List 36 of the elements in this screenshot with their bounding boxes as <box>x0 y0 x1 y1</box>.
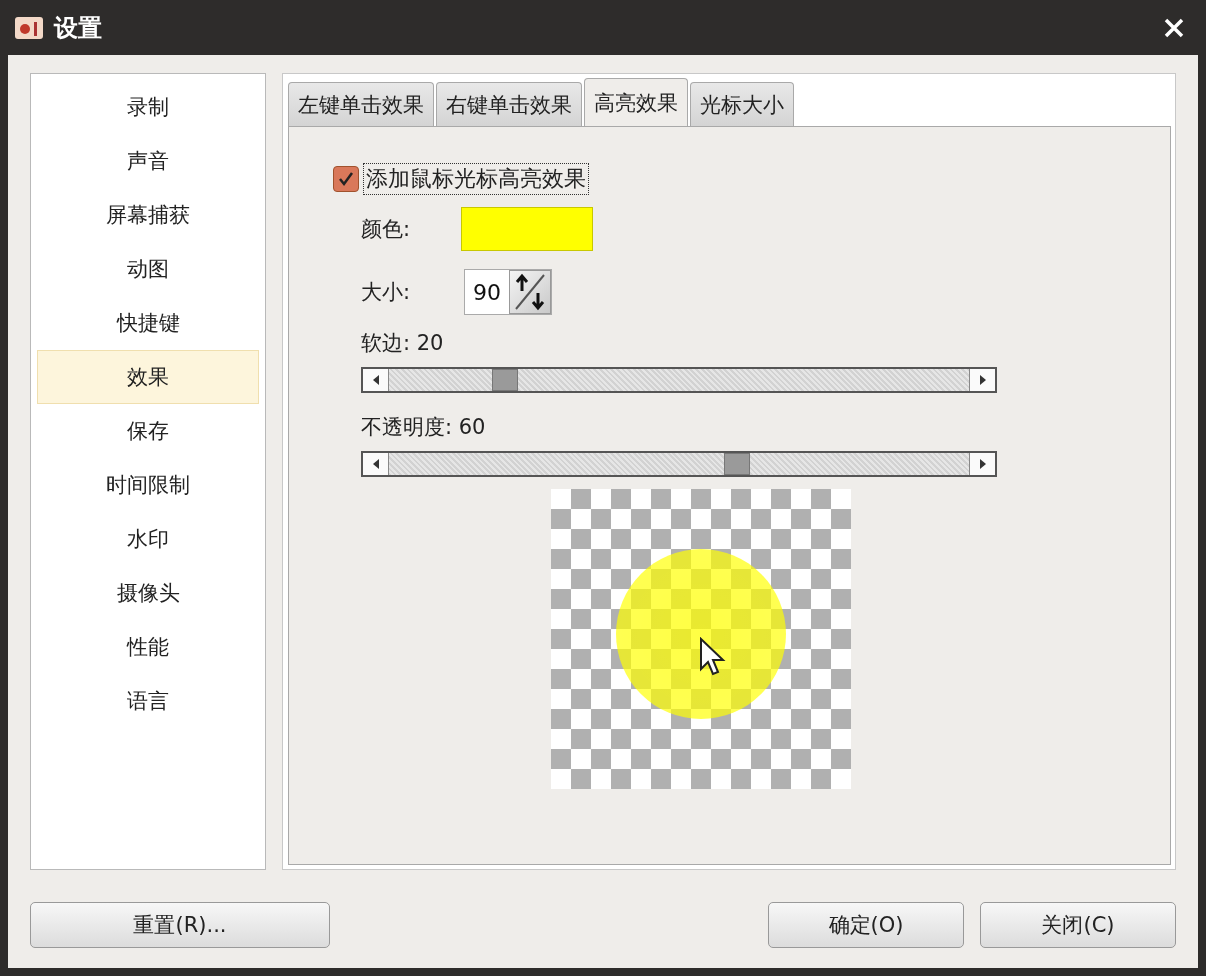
close-button[interactable]: 关闭(C) <box>980 902 1176 948</box>
check-icon <box>338 171 354 187</box>
tab[interactable]: 右键单击效果 <box>436 82 582 126</box>
slider-label: 不透明度: 60 <box>360 415 486 439</box>
checkbox-label[interactable]: 添加鼠标光标高亮效果 <box>363 163 589 195</box>
slider-thumb[interactable] <box>492 369 518 391</box>
sidebar-item[interactable]: 摄像头 <box>37 566 259 620</box>
sidebar-item[interactable]: 时间限制 <box>37 458 259 512</box>
sidebar-item[interactable]: 保存 <box>37 404 259 458</box>
app-icon <box>14 14 44 41</box>
size-spinbox[interactable]: 90 <box>464 269 553 315</box>
ok-button[interactable]: 确定(O) <box>768 902 964 948</box>
sidebar-item[interactable]: 效果 <box>37 350 259 404</box>
reset-button[interactable]: 重置(R)... <box>30 902 330 948</box>
sidebar-item[interactable]: 录制 <box>37 80 259 134</box>
cursor-icon <box>699 637 727 677</box>
slider-thumb[interactable] <box>724 453 750 475</box>
sidebar-item[interactable]: 动图 <box>37 242 259 296</box>
sidebar-item[interactable]: 水印 <box>37 512 259 566</box>
slider-label: 软边: 20 <box>360 331 444 355</box>
tab[interactable]: 光标大小 <box>690 82 794 126</box>
window-title: 设置 <box>54 12 103 44</box>
color-swatch[interactable] <box>461 207 593 251</box>
sidebar-item[interactable]: 性能 <box>37 620 259 674</box>
checkbox[interactable] <box>333 166 359 192</box>
tab[interactable]: 高亮效果 <box>584 78 688 126</box>
slider-track[interactable] <box>361 367 997 393</box>
sidebar-item[interactable]: 声音 <box>37 134 259 188</box>
spin-arrows-icon[interactable] <box>509 270 552 314</box>
sidebar-item[interactable]: 语言 <box>37 674 259 728</box>
sidebar-item[interactable]: 屏幕捕获 <box>37 188 259 242</box>
tab[interactable]: 左键单击效果 <box>288 82 434 126</box>
size-label: 大小: <box>360 279 411 306</box>
slider-track[interactable] <box>361 451 997 477</box>
sidebar-item[interactable]: 快捷键 <box>37 296 259 350</box>
color-label: 颜色: <box>360 216 412 243</box>
